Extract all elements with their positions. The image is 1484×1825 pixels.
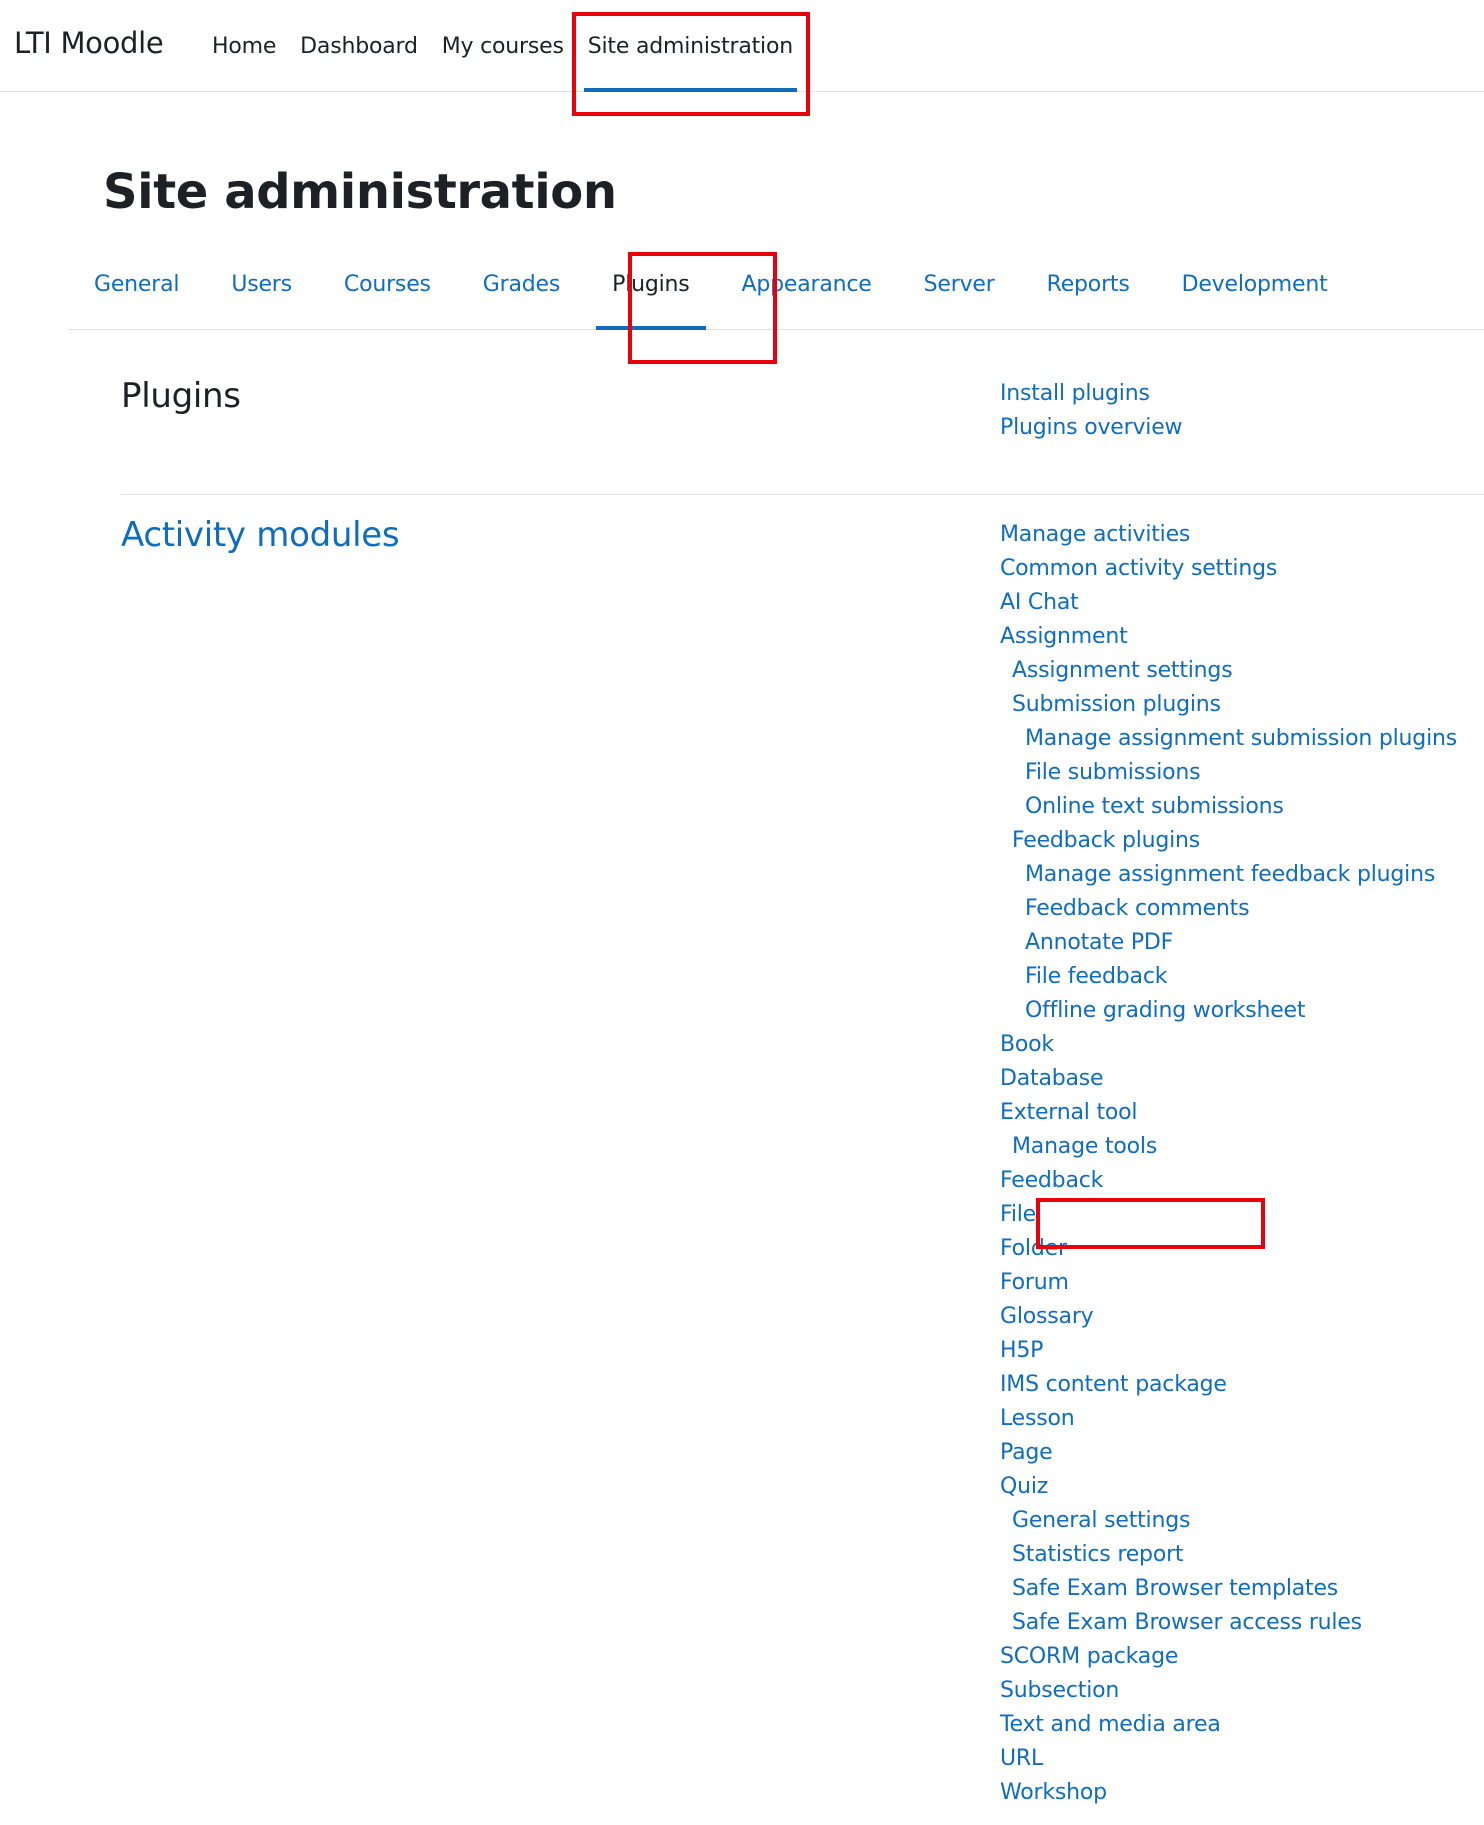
link-file-submissions[interactable]: File submissions [1000, 756, 1457, 790]
page-title: Site administration [103, 164, 617, 220]
link-install-plugins[interactable]: Install plugins [1000, 377, 1182, 411]
nav-home[interactable]: Home [200, 0, 288, 92]
section-divider [121, 494, 1484, 495]
link-submission-plugins[interactable]: Submission plugins [1000, 688, 1457, 722]
tab-server[interactable]: Server [898, 238, 1021, 330]
nav-site-administration[interactable]: Site administration [576, 0, 805, 92]
link-workshop[interactable]: Workshop [1000, 1776, 1457, 1810]
link-lesson[interactable]: Lesson [1000, 1402, 1457, 1436]
activity-modules-links: Manage activities Common activity setting… [1000, 518, 1457, 1810]
link-annotate-pdf[interactable]: Annotate PDF [1000, 926, 1457, 960]
link-glossary[interactable]: Glossary [1000, 1300, 1457, 1334]
link-manage-activities[interactable]: Manage activities [1000, 518, 1457, 552]
link-manage-assignment-feedback-plugins[interactable]: Manage assignment feedback plugins [1000, 858, 1457, 892]
link-manage-tools[interactable]: Manage tools [1000, 1130, 1457, 1164]
link-plugins-overview[interactable]: Plugins overview [1000, 411, 1183, 445]
tab-users[interactable]: Users [205, 238, 318, 330]
link-external-tool[interactable]: External tool [1000, 1096, 1457, 1130]
link-online-text-submissions[interactable]: Online text submissions [1000, 790, 1457, 824]
plugins-links: Install plugins Plugins overview [1000, 377, 1183, 445]
link-forum[interactable]: Forum [1000, 1266, 1457, 1300]
link-feedback-plugins[interactable]: Feedback plugins [1000, 824, 1457, 858]
link-quiz[interactable]: Quiz [1000, 1470, 1457, 1504]
tab-grades[interactable]: Grades [457, 238, 586, 330]
link-common-activity-settings[interactable]: Common activity settings [1000, 552, 1457, 586]
tab-plugins[interactable]: Plugins [586, 238, 715, 330]
link-file[interactable]: File [1000, 1198, 1457, 1232]
link-scorm-package[interactable]: SCORM package [1000, 1640, 1457, 1674]
link-feedback[interactable]: Feedback [1000, 1164, 1457, 1198]
site-brand[interactable]: LTI Moodle [14, 26, 164, 60]
link-safe-exam-browser-templates[interactable]: Safe Exam Browser templates [1000, 1572, 1457, 1606]
link-statistics-report[interactable]: Statistics report [1000, 1538, 1457, 1572]
link-database[interactable]: Database [1000, 1062, 1457, 1096]
nav-my-courses[interactable]: My courses [430, 0, 576, 92]
primary-navigation: Home Dashboard My courses Site administrati… [200, 0, 805, 92]
tab-courses[interactable]: Courses [318, 238, 457, 330]
link-ims-content-package[interactable]: IMS content package [1000, 1368, 1457, 1402]
link-text-and-media-area[interactable]: Text and media area [1000, 1708, 1457, 1742]
link-file-feedback[interactable]: File feedback [1000, 960, 1457, 994]
top-navbar: LTI Moodle Home Dashboard My courses Site a… [0, 0, 1484, 92]
admin-tabs: General Users Courses Grades Plugins Appearan… [68, 238, 1484, 330]
link-offline-grading-worksheet[interactable]: Offline grading worksheet [1000, 994, 1457, 1028]
link-ai-chat[interactable]: AI Chat [1000, 586, 1457, 620]
link-assignment-settings[interactable]: Assignment settings [1000, 654, 1457, 688]
activity-modules-heading[interactable]: Activity modules [121, 515, 400, 555]
nav-dashboard[interactable]: Dashboard [288, 0, 430, 92]
tab-general[interactable]: General [68, 238, 205, 330]
link-general-settings[interactable]: General settings [1000, 1504, 1457, 1538]
link-manage-assignment-submission-plugins[interactable]: Manage assignment submission plugins [1000, 722, 1457, 756]
link-assignment[interactable]: Assignment [1000, 620, 1457, 654]
tab-appearance[interactable]: Appearance [716, 238, 898, 330]
plugins-heading: Plugins [121, 376, 241, 416]
link-book[interactable]: Book [1000, 1028, 1457, 1062]
link-safe-exam-browser-access-rules[interactable]: Safe Exam Browser access rules [1000, 1606, 1457, 1640]
link-folder[interactable]: Folder [1000, 1232, 1457, 1266]
link-feedback-comments[interactable]: Feedback comments [1000, 892, 1457, 926]
tab-reports[interactable]: Reports [1021, 238, 1156, 330]
link-h5p[interactable]: H5P [1000, 1334, 1457, 1368]
link-subsection[interactable]: Subsection [1000, 1674, 1457, 1708]
link-url[interactable]: URL [1000, 1742, 1457, 1776]
link-page[interactable]: Page [1000, 1436, 1457, 1470]
tab-development[interactable]: Development [1156, 238, 1354, 330]
